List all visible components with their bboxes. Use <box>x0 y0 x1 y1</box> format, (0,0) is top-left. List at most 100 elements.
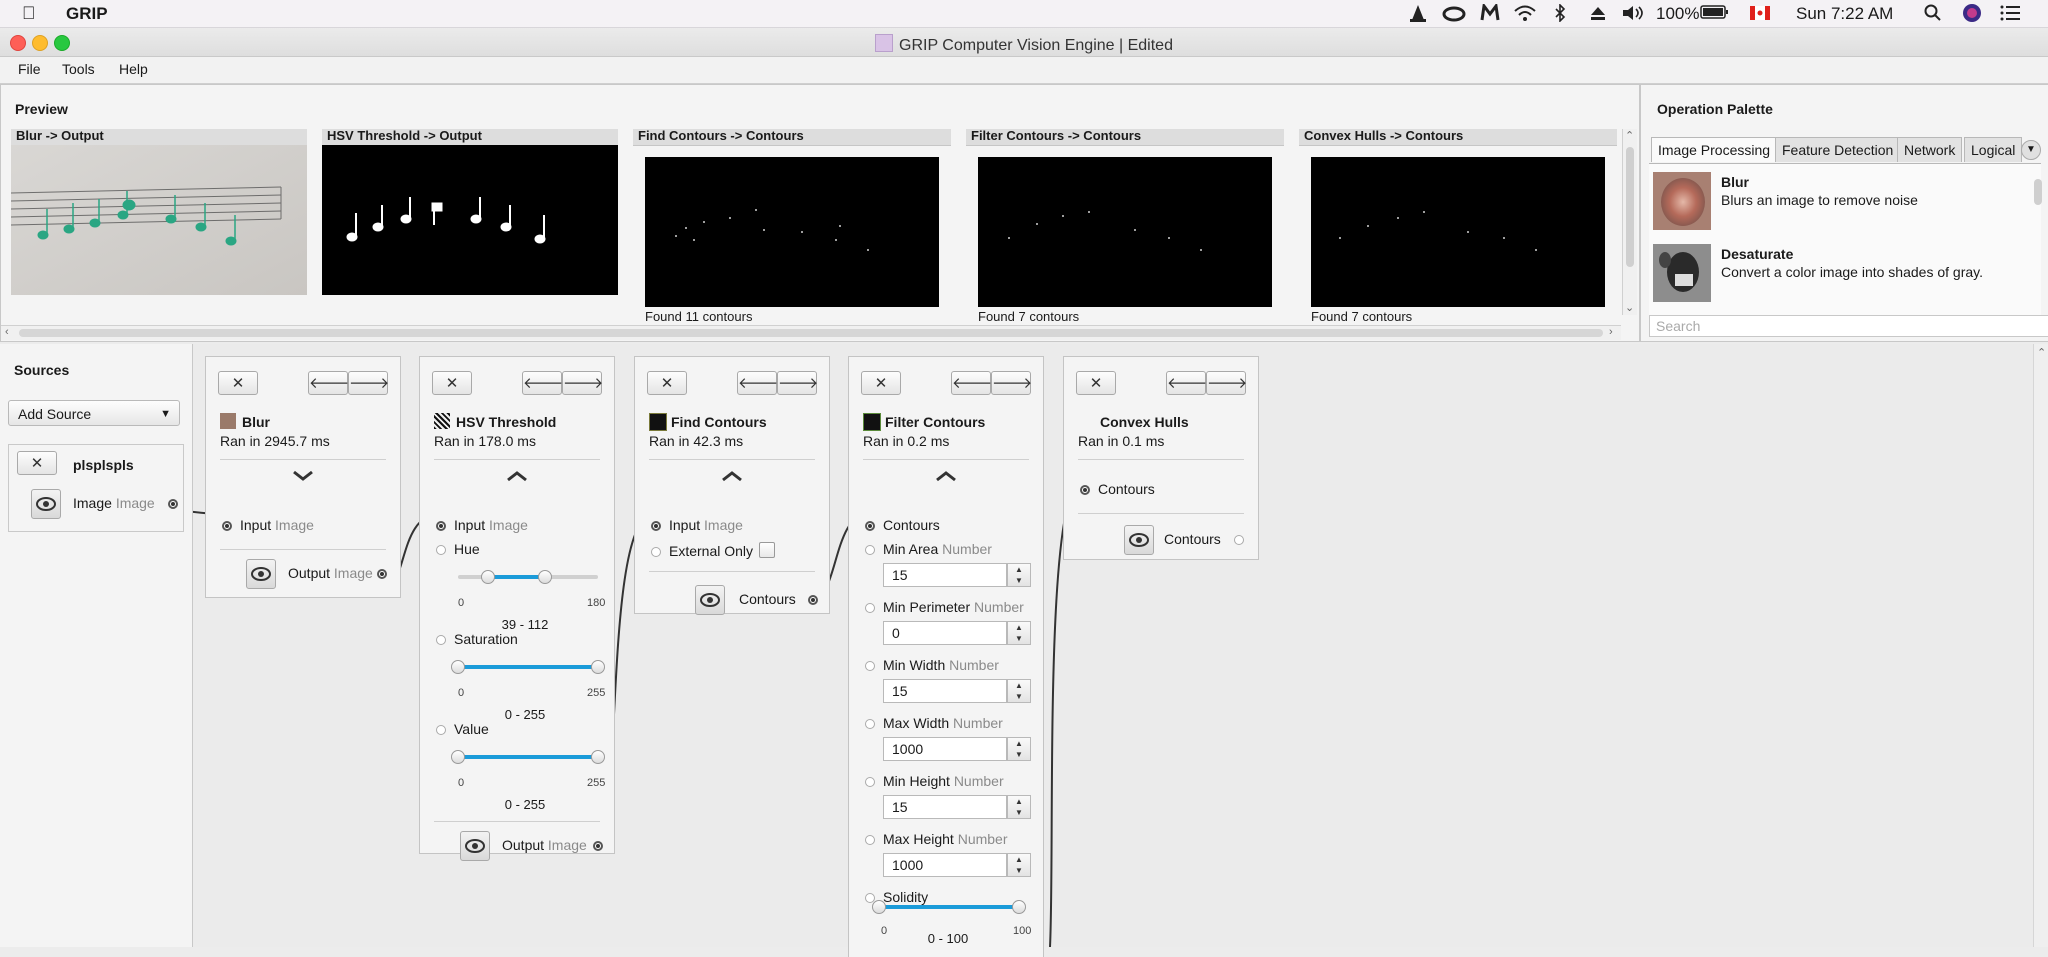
preview-horizontal-scrollbar[interactable]: ‹ › <box>1 325 1621 340</box>
move-right-button[interactable]: 🡒 <box>1206 371 1247 395</box>
increment-icon[interactable]: ▲ <box>1015 855 1023 864</box>
bluetooth-icon[interactable] <box>1554 3 1566 27</box>
tab-image-processing[interactable]: Image Processing <box>1651 137 1778 162</box>
remove-step-button[interactable]: ✕ <box>218 371 258 395</box>
decrement-icon[interactable]: ▼ <box>1015 576 1023 585</box>
output-socket[interactable] <box>1234 535 1244 545</box>
stepper-buttons[interactable]: ▲ ▼ <box>1007 621 1031 645</box>
max-width-socket[interactable] <box>865 719 875 729</box>
scroll-thumb[interactable] <box>2034 179 2042 205</box>
stepper-buttons[interactable]: ▲ ▼ <box>1007 795 1031 819</box>
clock[interactable]: Sun 7:22 AM <box>1796 4 1893 24</box>
slider-low-knob[interactable] <box>451 750 465 764</box>
slider-low-knob[interactable] <box>451 660 465 674</box>
remove-step-button[interactable]: ✕ <box>861 371 901 395</box>
slider-high-knob[interactable] <box>538 570 553 584</box>
scroll-thumb[interactable] <box>1626 147 1634 267</box>
move-right-button[interactable]: 🡒 <box>348 371 389 395</box>
stepper-buttons[interactable]: ▲ ▼ <box>1007 853 1031 877</box>
creative-cloud-icon[interactable] <box>1442 4 1466 27</box>
palette-scrollbar[interactable] <box>2033 179 2043 311</box>
tabs-overflow-icon[interactable]: ▼ <box>2021 140 2041 160</box>
malwarebytes-icon[interactable] <box>1480 2 1500 27</box>
value-socket[interactable] <box>436 725 446 735</box>
eject-icon[interactable] <box>1590 4 1606 27</box>
operation-item-desaturate[interactable]: Desaturate Convert a color image into sh… <box>1649 238 2033 308</box>
remove-step-button[interactable]: ✕ <box>1076 371 1116 395</box>
saturation-socket[interactable] <box>436 635 446 645</box>
max-height-value[interactable]: 1000 <box>883 853 1007 877</box>
min-width-socket[interactable] <box>865 661 875 671</box>
output-socket[interactable] <box>808 595 818 605</box>
remove-step-button[interactable]: ✕ <box>647 371 687 395</box>
source-output-socket[interactable] <box>168 499 178 509</box>
volume-icon[interactable] <box>1622 4 1648 27</box>
scroll-up-icon[interactable]: ⌃ <box>1625 129 1634 142</box>
move-right-button[interactable]: 🡒 <box>991 371 1032 395</box>
slider-low-knob[interactable] <box>481 570 496 584</box>
max-width-value[interactable]: 1000 <box>883 737 1007 761</box>
slider-high-knob[interactable] <box>591 660 605 674</box>
solidity-range-slider[interactable] <box>872 897 1027 917</box>
remove-source-button[interactable]: ✕ <box>17 451 57 475</box>
flag-icon[interactable] <box>1750 6 1770 25</box>
hue-range-slider[interactable] <box>458 567 606 587</box>
preview-toggle-button[interactable] <box>695 585 725 615</box>
menu-help[interactable]: Help <box>119 61 148 77</box>
tab-feature-detection[interactable]: Feature Detection <box>1775 137 1901 162</box>
stepper-buttons[interactable]: ▲ ▼ <box>1007 679 1031 703</box>
slider-low-knob[interactable] <box>872 900 886 914</box>
min-height-value[interactable]: 15 <box>883 795 1007 819</box>
stepper-buttons[interactable]: ▲ ▼ <box>1007 563 1031 587</box>
external-only-checkbox[interactable] <box>759 542 775 558</box>
preview-toggle-button[interactable] <box>460 831 490 861</box>
scroll-thumb[interactable] <box>19 329 1603 337</box>
scroll-up-icon[interactable]: ⌃ <box>2037 346 2046 359</box>
increment-icon[interactable]: ▲ <box>1015 739 1023 748</box>
chevron-down-icon[interactable] <box>291 467 315 488</box>
scroll-right-icon[interactable]: › <box>1609 326 1613 338</box>
increment-icon[interactable]: ▲ <box>1015 797 1023 806</box>
apple-icon[interactable]:  <box>22 3 36 24</box>
operation-search-input[interactable] <box>1649 315 2048 337</box>
external-only-socket[interactable] <box>651 547 661 557</box>
move-left-button[interactable]: 🡐 <box>737 371 778 395</box>
preview-vertical-scrollbar[interactable]: ⌃ ⌄ <box>1622 129 1637 315</box>
decrement-icon[interactable]: ▼ <box>1015 808 1023 817</box>
move-left-button[interactable]: 🡐 <box>308 371 349 395</box>
min-height-socket[interactable] <box>865 777 875 787</box>
wifi-icon[interactable] <box>1514 4 1536 27</box>
battery-icon[interactable] <box>1700 4 1730 25</box>
stepper-buttons[interactable]: ▲ ▼ <box>1007 737 1031 761</box>
siri-icon[interactable] <box>1962 3 1982 28</box>
move-left-button[interactable]: 🡐 <box>951 371 992 395</box>
move-right-button[interactable]: 🡒 <box>562 371 603 395</box>
min-area-value[interactable]: 15 <box>883 563 1007 587</box>
decrement-icon[interactable]: ▼ <box>1015 692 1023 701</box>
decrement-icon[interactable]: ▼ <box>1015 634 1023 643</box>
tab-network[interactable]: Network <box>1897 137 1963 162</box>
input-socket[interactable] <box>222 521 232 531</box>
move-right-button[interactable]: 🡒 <box>777 371 818 395</box>
add-source-dropdown[interactable]: Add Source ▼ <box>8 400 180 426</box>
move-left-button[interactable]: 🡐 <box>522 371 563 395</box>
preview-toggle-button[interactable] <box>1124 525 1154 555</box>
min-width-value[interactable]: 15 <box>883 679 1007 703</box>
chevron-up-icon[interactable] <box>934 467 958 488</box>
hue-socket[interactable] <box>436 545 446 555</box>
increment-icon[interactable]: ▲ <box>1015 681 1023 690</box>
min-perimeter-value[interactable]: 0 <box>883 621 1007 645</box>
saturation-range-slider[interactable] <box>451 657 606 677</box>
max-height-socket[interactable] <box>865 835 875 845</box>
move-left-button[interactable]: 🡐 <box>1166 371 1207 395</box>
cone-icon[interactable] <box>1410 4 1426 27</box>
search-icon[interactable] <box>1924 4 1942 27</box>
decrement-icon[interactable]: ▼ <box>1015 866 1023 875</box>
pipeline-vertical-scrollbar[interactable]: ⌃ <box>2033 344 2048 947</box>
output-socket[interactable] <box>377 569 387 579</box>
output-socket[interactable] <box>593 841 603 851</box>
list-icon[interactable] <box>2000 4 2020 27</box>
input-socket[interactable] <box>651 521 661 531</box>
decrement-icon[interactable]: ▼ <box>1015 750 1023 759</box>
remove-step-button[interactable]: ✕ <box>432 371 472 395</box>
